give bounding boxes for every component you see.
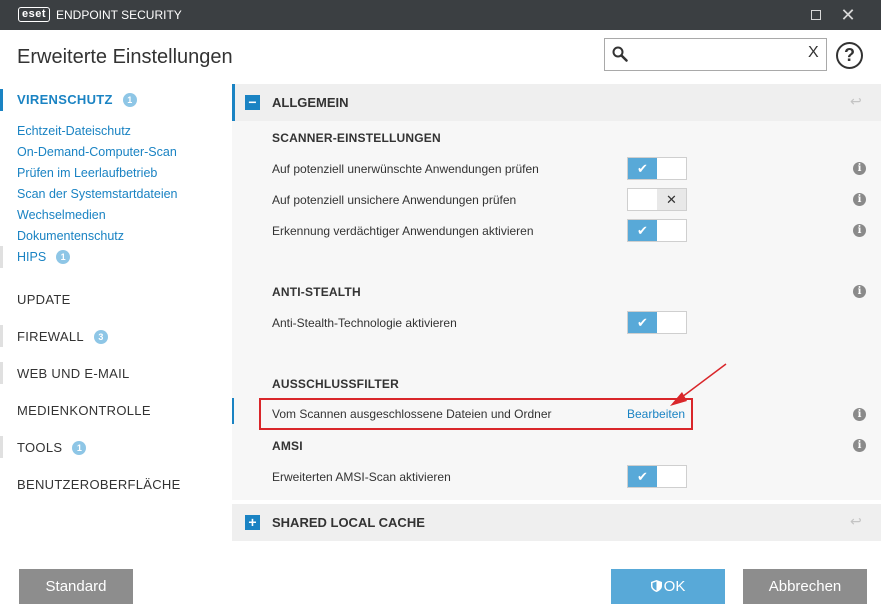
toggle-switch-pua[interactable]: ✔ [627, 157, 687, 180]
sidebar-item-label: BENUTZEROBERFLÄCHE [17, 477, 181, 492]
sidebar-item-label: MEDIENKONTROLLE [17, 403, 151, 418]
sidebar: VIRENSCHUTZ 1 Echtzeit-Dateischutz On-Dem… [0, 84, 218, 544]
info-icon[interactable]: i [853, 162, 866, 175]
setting-label: Erkennung verdächtiger Anwendungen aktiv… [272, 224, 534, 238]
sidebar-marker-hips [0, 246, 3, 268]
subheading-amsi: AMSI [272, 439, 303, 453]
shield-icon [650, 580, 662, 592]
info-icon[interactable]: i [853, 224, 866, 237]
subheading-anti-stealth: ANTI-STEALTH [272, 285, 361, 299]
count-badge: 1 [122, 93, 137, 107]
search-input[interactable] [635, 44, 795, 66]
sidebar-item-firewall[interactable]: FIREWALL 3 [17, 329, 108, 344]
sidebar-marker-firewall [0, 325, 3, 347]
close-icon[interactable]: ✕ [836, 4, 860, 26]
revert-icon[interactable]: ↩ [850, 93, 862, 110]
help-icon[interactable]: ? [836, 42, 863, 69]
sidebar-item-label: FIREWALL [17, 329, 84, 344]
info-icon[interactable]: i [853, 439, 866, 452]
sidebar-item-label: UPDATE [17, 292, 71, 307]
sidebar-subitem-hips[interactable]: HIPS 1 [17, 250, 71, 264]
check-icon: ✔ [628, 220, 657, 241]
info-icon[interactable]: i [853, 285, 866, 298]
toggle-switch-anti-stealth[interactable]: ✔ [627, 311, 687, 334]
settings-panel: − ALLGEMEIN ↩ SCANNER-EINSTELLUNGEN Auf … [232, 84, 881, 544]
sidebar-item-web-und-email[interactable]: WEB UND E-MAIL [17, 366, 130, 381]
sidebar-item-benutzeroberflaeche[interactable]: BENUTZEROBERFLÄCHE [17, 477, 181, 492]
setting-label: Anti-Stealth-Technologie aktivieren [272, 316, 457, 330]
annotation-arrow-icon [670, 363, 727, 406]
check-icon: ✔ [628, 466, 657, 487]
sidebar-item-tools[interactable]: TOOLS 1 [17, 440, 87, 455]
toggle-switch-suspicious[interactable]: ✔ [627, 219, 687, 242]
count-badge: 3 [93, 330, 108, 344]
subheading-scanner: SCANNER-EINSTELLUNGEN [272, 131, 441, 145]
section-body-allgemein: SCANNER-EINSTELLUNGEN Auf potenziell une… [232, 121, 881, 500]
sidebar-marker-virenschutz [0, 89, 3, 111]
count-badge: 1 [72, 441, 87, 455]
sidebar-item-label: VIRENSCHUTZ [17, 92, 113, 107]
toggle-switch-amsi[interactable]: ✔ [627, 465, 687, 488]
sidebar-subitem-systemstartdateien[interactable]: Scan der Systemstartdateien [17, 187, 178, 201]
sidebar-item-label: WEB UND E-MAIL [17, 366, 130, 381]
setting-label: Auf potenziell unerwünschte Anwendungen … [272, 162, 539, 176]
check-icon: ✔ [628, 158, 657, 179]
section-header-shared-local-cache[interactable]: + SHARED LOCAL CACHE ↩ [232, 504, 881, 541]
annotation-highlight-box [259, 398, 693, 430]
section-title: ALLGEMEIN [272, 95, 349, 110]
sidebar-subitem-wechselmedien[interactable]: Wechselmedien [17, 208, 106, 222]
sidebar-subitem-on-demand-scan[interactable]: On-Demand-Computer-Scan [17, 145, 177, 159]
title-bar: eset ENDPOINT SECURITY ✕ [0, 0, 881, 30]
sidebar-item-medienkontrolle[interactable]: MEDIENKONTROLLE [17, 403, 151, 418]
sidebar-item-label: HIPS [17, 250, 47, 264]
info-icon[interactable]: i [853, 408, 866, 421]
setting-label: Auf potenziell unsichere Anwendungen prü… [272, 193, 517, 207]
sidebar-subitem-echtzeit-dateischutz[interactable]: Echtzeit-Dateischutz [17, 124, 131, 138]
section-title: SHARED LOCAL CACHE [272, 515, 425, 530]
search-box[interactable]: X [604, 38, 827, 71]
row-marker [232, 398, 234, 424]
default-button[interactable]: Standard [19, 569, 133, 604]
collapse-icon[interactable]: − [245, 95, 260, 110]
subheading-ausschlussfilter: AUSSCHLUSSFILTER [272, 377, 399, 391]
sidebar-item-virenschutz[interactable]: VIRENSCHUTZ 1 [17, 92, 137, 107]
section-marker [232, 84, 235, 121]
revert-icon[interactable]: ↩ [850, 513, 862, 530]
sidebar-item-update[interactable]: UPDATE [17, 292, 71, 307]
page-title: Erweiterte Einstellungen [17, 46, 233, 68]
cross-icon: ✕ [657, 189, 686, 210]
maximize-icon[interactable] [804, 4, 828, 26]
ok-button[interactable]: OK [611, 569, 725, 604]
toggle-switch-unsafe[interactable]: ✕ [627, 188, 687, 211]
clear-search-icon[interactable]: X [808, 44, 819, 62]
sidebar-subitem-dokumentenschutz[interactable]: Dokumentenschutz [17, 229, 124, 243]
count-badge: 1 [56, 250, 71, 264]
expand-icon[interactable]: + [245, 515, 260, 530]
sidebar-item-label: TOOLS [17, 440, 63, 455]
check-icon: ✔ [628, 312, 657, 333]
info-icon[interactable]: i [853, 193, 866, 206]
ok-label: OK [663, 578, 686, 595]
section-header-allgemein[interactable]: − ALLGEMEIN ↩ [232, 84, 881, 121]
app-title: ENDPOINT SECURITY [56, 8, 182, 22]
cancel-button[interactable]: Abbrechen [743, 569, 867, 604]
search-icon [612, 46, 628, 62]
setting-label: Erweiterten AMSI-Scan aktivieren [272, 470, 451, 484]
sidebar-marker-web [0, 362, 3, 384]
sidebar-marker-tools [0, 436, 3, 458]
eset-logo: eset [18, 7, 51, 22]
sidebar-subitem-leerlaufbetrieb[interactable]: Prüfen im Leerlaufbetrieb [17, 166, 157, 180]
